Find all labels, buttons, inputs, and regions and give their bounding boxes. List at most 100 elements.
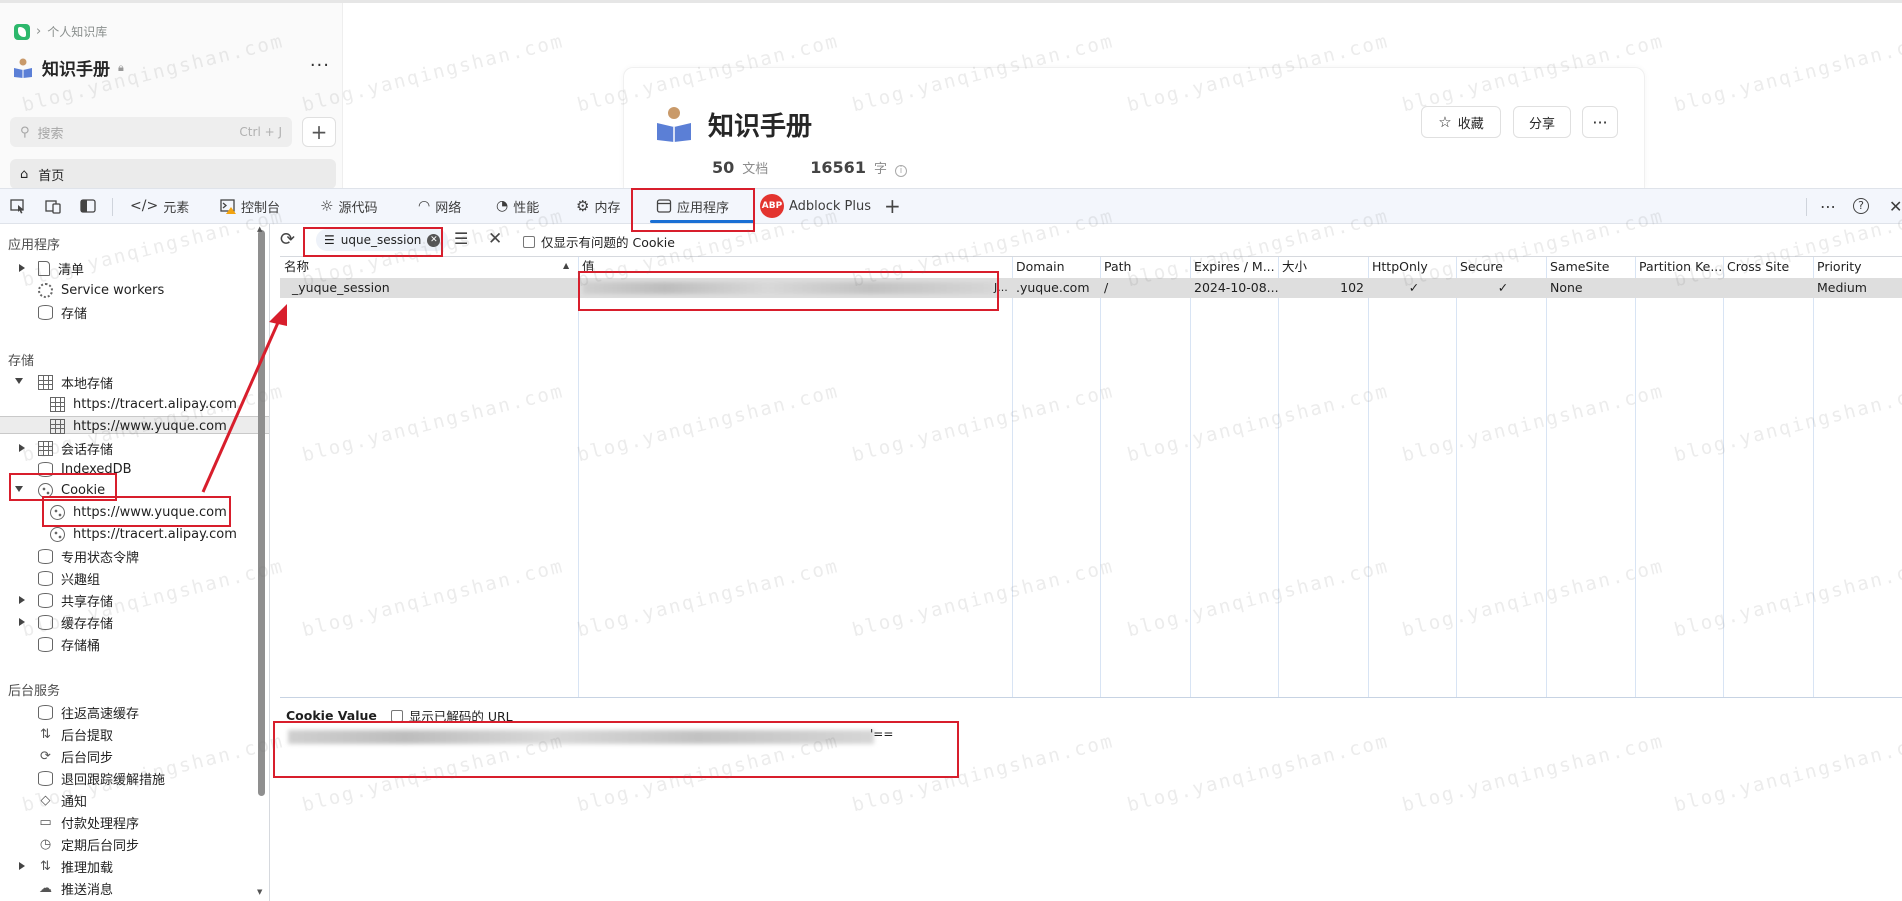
column-header-cross-site[interactable]: Cross Site <box>1723 257 1813 277</box>
book-reader-icon <box>14 58 32 78</box>
sidebar-item-periodic-sync[interactable]: ◷ 定期后台同步 <box>38 834 139 854</box>
share-button[interactable]: 分享 <box>1513 106 1571 138</box>
sidebar-item-background-sync[interactable]: ⟳ 后台同步 <box>38 746 113 766</box>
tab-sources[interactable]: ☼ 源代码 <box>320 189 377 223</box>
inspect-element-button[interactable] <box>10 189 26 223</box>
sort-ascending-icon[interactable]: ▲ <box>563 261 569 270</box>
clear-filtered-cookies-icon[interactable]: ☰ <box>454 229 468 248</box>
more-button[interactable]: ··· <box>1582 106 1618 138</box>
checkbox-icon[interactable] <box>523 235 535 248</box>
yuque-logo-icon <box>14 23 30 40</box>
collect-button[interactable]: ☆ 收藏 <box>1421 106 1501 138</box>
scroll-down-arrow-icon[interactable]: ▼ <box>257 888 262 896</box>
refresh-icon[interactable]: ⟳ <box>280 229 295 250</box>
expand-arrow-icon[interactable] <box>19 618 25 626</box>
tab-label: 内存 <box>594 200 621 216</box>
device-toolbar-button[interactable] <box>45 189 61 223</box>
main-title-row: 知识手册 <box>654 104 812 144</box>
expand-arrow-icon[interactable] <box>19 596 25 604</box>
kb-title-row: 知识手册 🔒︎ ··· <box>12 55 330 80</box>
sidebar-item-label: 专用状态令牌 <box>61 550 140 566</box>
expand-arrow-icon[interactable] <box>19 862 25 870</box>
tab-console[interactable]: 控制台 <box>220 189 280 223</box>
sidebar-item-cache-storage[interactable]: 缓存存储 <box>38 612 113 632</box>
tab-adblock[interactable]: ABP Adblock Plus <box>760 189 871 223</box>
cell-expires[interactable]: 2024-10-08... <box>1190 278 1278 298</box>
table-divider[interactable] <box>280 697 1902 698</box>
sidebar-item-service-workers[interactable]: Service workers <box>38 280 164 300</box>
more-options-icon[interactable]: ⋯ <box>1820 189 1836 223</box>
sidebar-item-home[interactable]: ⌂ 首页 <box>10 159 336 189</box>
info-icon[interactable]: i <box>894 165 907 177</box>
sidebar-item-cookie-tracert[interactable]: https://tracert.alipay.com <box>50 524 237 544</box>
tab-performance[interactable]: ◔ 性能 <box>496 189 539 223</box>
sidebar-item-storage-overview[interactable]: 存储 <box>38 302 87 322</box>
add-tab-button[interactable]: + <box>884 189 901 223</box>
sidebar-item-background-fetch[interactable]: ⇅ 后台提取 <box>38 724 113 744</box>
database-icon <box>38 636 53 652</box>
column-header-domain[interactable]: Domain <box>1012 257 1100 277</box>
expand-arrow-icon[interactable] <box>19 444 25 452</box>
sidebar-item-shared-storage[interactable]: 共享存储 <box>38 590 113 610</box>
sidebar-item-push-messaging[interactable]: ☁ 推送消息 <box>38 878 113 898</box>
tab-memory[interactable]: ⚙ 内存 <box>576 189 620 223</box>
add-button[interactable]: + <box>302 117 336 147</box>
tab-elements[interactable]: </> 元素 <box>130 189 189 223</box>
cell-path[interactable]: / <box>1100 278 1190 298</box>
sidebar-item-bfcache[interactable]: 往返高速缓存 <box>38 702 139 722</box>
close-icon[interactable]: ✕ <box>1889 189 1902 223</box>
database-icon <box>38 704 53 720</box>
cell-priority[interactable]: Medium <box>1813 278 1902 298</box>
database-icon <box>38 614 53 630</box>
wifi-icon: ◠ <box>418 198 431 214</box>
sidebar-item-manifest[interactable]: 清单 <box>38 258 84 278</box>
sidebar-item-private-state-tokens[interactable]: 专用状态令牌 <box>38 546 139 566</box>
column-header-partition-key[interactable]: Partition Ke... <box>1635 257 1723 277</box>
checkbox-icon[interactable] <box>390 709 403 722</box>
cell-httponly[interactable]: ✓ <box>1368 278 1456 298</box>
kb-stats: 50 文档 16561 字 i <box>712 158 907 177</box>
cell-name[interactable]: _yuque_session <box>288 278 574 298</box>
column-header-httponly[interactable]: HttpOnly <box>1368 257 1456 277</box>
sidebar-item-notifications[interactable]: ◇ 通知 <box>38 790 88 810</box>
clear-all-icon[interactable]: ✕ <box>488 229 502 249</box>
breadcrumb-label[interactable]: 个人知识库 <box>47 23 107 40</box>
only-issues-checkbox[interactable]: 仅显示有问题的 Cookie <box>523 232 675 251</box>
column-header-path[interactable]: Path <box>1100 257 1190 277</box>
column-header-size[interactable]: 大小 <box>1278 257 1368 277</box>
search-input[interactable]: ⚲ 搜索 Ctrl + J <box>10 117 292 147</box>
cell-samesite[interactable]: None <box>1546 278 1635 298</box>
collect-label: 收藏 <box>1457 116 1484 132</box>
sidebar-item-payment-handler[interactable]: ▭ 付款处理程序 <box>38 812 139 832</box>
device-icon <box>45 200 61 214</box>
sidebar-item-label: 会话存储 <box>61 442 114 458</box>
kb-title[interactable]: 知识手册 <box>42 55 110 80</box>
book-reader-icon <box>657 107 691 142</box>
column-header-secure[interactable]: Secure <box>1456 257 1546 277</box>
sidebar-item-session-storage[interactable]: 会话存储 <box>38 438 113 458</box>
help-icon[interactable]: ? <box>1853 189 1869 223</box>
sidebar-item-storage-buckets[interactable]: 存储桶 <box>38 634 100 654</box>
sidebar-item-label: 存储桶 <box>61 638 101 654</box>
sidebar-item-bounce-tracking[interactable]: 退回跟踪缓解措施 <box>38 768 165 788</box>
tab-label: 性能 <box>513 200 540 216</box>
tab-network[interactable]: ◠ 网络 <box>418 189 461 223</box>
column-header-expires[interactable]: Expires / M... <box>1190 257 1278 277</box>
cell-secure[interactable]: ✓ <box>1456 278 1546 298</box>
sidebar-item-interest-groups[interactable]: 兴趣组 <box>38 568 100 588</box>
collapse-arrow-icon[interactable] <box>15 378 23 384</box>
more-icon[interactable]: ··· <box>310 55 330 76</box>
column-header-samesite[interactable]: SameSite <box>1546 257 1635 277</box>
column-header-priority[interactable]: Priority <box>1813 257 1902 277</box>
inspect-icon <box>10 199 24 214</box>
sidebar-item-label: 通知 <box>61 794 88 810</box>
cell-domain[interactable]: .yuque.com <box>1012 278 1100 298</box>
sidebar-item-local-storage[interactable]: 本地存储 <box>38 372 113 392</box>
sidebar-item-speculative-loads[interactable]: ⇅ 推理加载 <box>38 856 113 876</box>
cell-size[interactable]: 102 <box>1278 278 1364 298</box>
breadcrumb[interactable]: › 个人知识库 <box>14 23 107 40</box>
column-header-name[interactable]: 名称 <box>280 257 570 277</box>
dock-sidebar-button[interactable] <box>80 189 96 223</box>
expand-arrow-icon[interactable] <box>19 264 25 272</box>
scroll-up-arrow-icon[interactable]: ▲ <box>257 225 262 233</box>
